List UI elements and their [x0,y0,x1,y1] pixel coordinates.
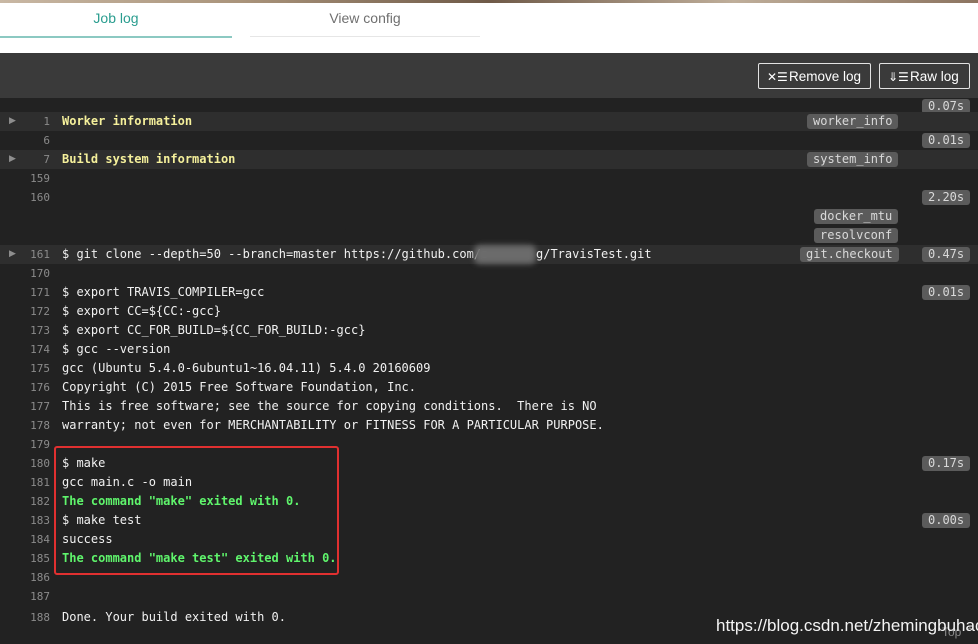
tab-bar: Job log View config [0,0,978,53]
remove-log-icon: ✕☰ [767,70,788,84]
duration-badge: 0.47s [922,247,971,262]
tab-job-log[interactable]: Job log [0,10,232,38]
line-number[interactable]: 176 [0,378,50,397]
log-row: 159 [0,169,978,188]
remove-log-label: Remove log [789,69,862,84]
line-number[interactable]: 181 [0,473,50,492]
line-number[interactable]: 170 [0,264,50,283]
line-number[interactable]: 160 [0,188,50,207]
log-row: 175 gcc (Ubuntu 5.4.0-6ubuntu1~16.04.11)… [0,359,978,378]
log-line: $ export CC_FOR_BUILD=${CC_FOR_BUILD:-gc… [62,323,366,337]
fold-tag: worker_info [807,114,899,129]
duration-badge: 0.01s [922,285,971,300]
log-toolbar: ✕☰Remove log ⇓☰Raw log [0,53,978,98]
duration-badge: 0.17s [922,456,971,471]
log-line: warranty; not even for MERCHANTABILITY o… [62,418,604,432]
watermark: https://blog.csdn.net/zhemingbuhao [716,616,978,635]
raw-log-label: Raw log [910,69,959,84]
line-number[interactable]: 173 [0,321,50,340]
log-line: This is free software; see the source fo… [62,399,597,413]
line-number[interactable]: 7 [0,150,50,169]
line-number[interactable]: 177 [0,397,50,416]
log-line: Done. Your build exited with 0. [62,610,286,624]
duration-badge: 0.00s [922,513,971,528]
log-line: Build system information [62,152,236,166]
line-number[interactable]: 188 [0,608,50,627]
log-row: 176 Copyright (C) 2015 Free Software Fou… [0,378,978,397]
raw-log-button[interactable]: ⇓☰Raw log [879,63,970,89]
fold-row-system-info[interactable]: ▶ 7 Build system information system_info [0,150,978,169]
line-number[interactable]: 184 [0,530,50,549]
line-number[interactable]: 161 [0,245,50,264]
log-row: 160 2.20s [0,188,978,207]
top-edge [0,0,978,3]
fold-tag-resolvconf: resolvconf [814,228,899,243]
fold-tag: system_info [807,152,899,167]
line-number[interactable]: 172 [0,302,50,321]
log-row: 6 0.01s [0,131,978,150]
log-row: 172 $ export CC=${CC:-gcc} [0,302,978,321]
log-line: Worker information [62,114,193,128]
log-row: 173 $ export CC_FOR_BUILD=${CC_FOR_BUILD… [0,321,978,340]
line-number[interactable]: 182 [0,492,50,511]
remove-log-button[interactable]: ✕☰Remove log [758,63,871,89]
redacted-blur [474,245,536,264]
log-row: 174 $ gcc --version [0,340,978,359]
log-line: Copyright (C) 2015 Free Software Foundat… [62,380,417,394]
fold-tag-docker-mtu: docker_mtu [814,209,899,224]
log-line: $ export CC=${CC:-gcc} [62,304,221,318]
log-line: $ git clone --depth=50 --branch=master h… [62,247,489,261]
line-number[interactable]: 183 [0,511,50,530]
duration-badge: 2.20s [922,190,971,205]
log-row: 178 warranty; not even for MERCHANTABILI… [0,416,978,435]
log-row: 187 [0,587,978,606]
fold-tag: git.checkout [800,247,899,262]
log-line: $ gcc --version [62,342,171,356]
line-number[interactable]: 178 [0,416,50,435]
log-line: $ export TRAVIS_COMPILER=gcc [62,285,265,299]
raw-log-icon: ⇓☰ [888,70,909,84]
line-number[interactable]: 175 [0,359,50,378]
fold-row-worker-info[interactable]: ▶ 1 Worker information worker_info [0,112,978,131]
line-number[interactable]: 159 [0,169,50,188]
line-number[interactable]: 185 [0,549,50,568]
log-line: gcc (Ubuntu 5.4.0-6ubuntu1~16.04.11) 5.4… [62,361,431,375]
fold-row-git-checkout[interactable]: ▶ 161 $ git clone --depth=50 --branch=ma… [0,245,978,264]
tab-view-config[interactable]: View config [250,10,480,37]
line-number[interactable]: 1 [0,112,50,131]
line-number[interactable]: 6 [0,131,50,150]
line-number[interactable]: 180 [0,454,50,473]
line-number[interactable]: 174 [0,340,50,359]
line-number[interactable]: 187 [0,587,50,606]
log-row: 177 This is free software; see the sourc… [0,397,978,416]
log-row: 171 $ export TRAVIS_COMPILER=gcc 0.01s [0,283,978,302]
line-number[interactable]: 171 [0,283,50,302]
log-row: 170 [0,264,978,283]
log-line-continued: g/TravisTest.git [536,247,652,261]
duration-badge: 0.01s [922,133,971,148]
highlight-box [54,446,339,575]
line-number[interactable]: 186 [0,568,50,587]
job-log: 0.07s ▶ 1 Worker information worker_info… [0,98,978,644]
line-number[interactable]: 179 [0,435,50,454]
